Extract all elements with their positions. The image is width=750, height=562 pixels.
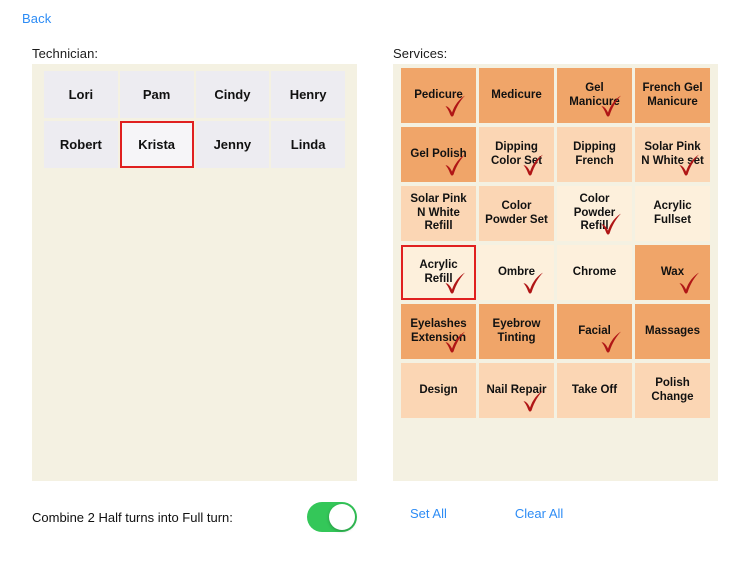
- service-name: Eyebrow Tinting: [492, 317, 541, 344]
- combine-turns-row: Combine 2 Half turns into Full turn:: [32, 502, 357, 532]
- checkmark-icon: [442, 94, 468, 120]
- technician-cell[interactable]: Lori: [44, 71, 118, 118]
- combine-turns-toggle[interactable]: [307, 502, 357, 532]
- service-selection-screen: Back Technician: Services: Lori Pam Cindy H…: [0, 0, 750, 562]
- technician-name: Jenny: [213, 137, 252, 152]
- checkmark-icon: [520, 153, 546, 179]
- service-cell[interactable]: Take Off: [557, 363, 632, 418]
- checkmark-icon: [520, 389, 546, 415]
- technician-grid: Lori Pam Cindy Henry Robert Krista Jenny Linda: [44, 71, 345, 168]
- technician-name: Robert: [59, 137, 102, 152]
- technician-cell[interactable]: Pam: [119, 71, 194, 118]
- service-name: Design: [419, 383, 458, 396]
- services-grid: Pedicure Medicure Gel Manicure French Gel M…: [401, 68, 710, 418]
- service-cell[interactable]: Polish Change: [635, 363, 710, 418]
- service-cell[interactable]: Eyelashes Extension: [401, 304, 476, 359]
- service-name: Gel Polish: [410, 147, 467, 160]
- checkmark-icon: [676, 153, 702, 179]
- service-name: Facial: [578, 324, 611, 337]
- service-name: Nail Repair: [486, 383, 547, 396]
- technician-panel: Lori Pam Cindy Henry Robert Krista Jenny Linda: [32, 64, 357, 481]
- service-name: Acrylic Fullset: [653, 199, 692, 226]
- service-cell[interactable]: Ombre: [479, 245, 554, 300]
- service-cell[interactable]: Wax: [635, 245, 710, 300]
- service-cell[interactable]: Solar Pink N White set: [635, 127, 710, 182]
- technician-name: Krista: [138, 137, 176, 152]
- service-cell[interactable]: Eyebrow Tinting: [479, 304, 554, 359]
- service-name: Medicure: [491, 88, 542, 101]
- service-cell[interactable]: Solar Pink N White Refill: [401, 186, 476, 241]
- service-cell[interactable]: Dipping French: [557, 127, 632, 182]
- service-cell[interactable]: Acrylic Refill: [401, 245, 476, 300]
- service-cell[interactable]: Medicure: [479, 68, 554, 123]
- service-name: Solar Pink N White set: [641, 140, 704, 167]
- technician-cell[interactable]: Robert: [44, 121, 118, 168]
- technician-cell[interactable]: Henry: [271, 71, 345, 118]
- technician-name: Linda: [290, 137, 326, 152]
- service-name: French Gel Manicure: [642, 81, 703, 108]
- technician-cell[interactable]: Cindy: [195, 71, 270, 118]
- service-name: Pedicure: [414, 88, 463, 101]
- service-name: Dipping Color Set: [490, 140, 543, 167]
- service-cell[interactable]: Pedicure: [401, 68, 476, 123]
- services-section-label: Services:: [393, 46, 448, 61]
- service-cell[interactable]: Chrome: [557, 245, 632, 300]
- checkmark-icon: [442, 153, 468, 179]
- service-name: Chrome: [572, 265, 617, 278]
- service-name: Take Off: [571, 383, 618, 396]
- technician-name: Henry: [289, 87, 327, 102]
- checkmark-icon: [598, 330, 624, 356]
- service-cell[interactable]: Gel Manicure: [557, 68, 632, 123]
- service-name: Color Powder Refill: [573, 193, 616, 233]
- technician-cell[interactable]: Krista: [119, 121, 194, 168]
- technician-name: Cindy: [214, 87, 251, 102]
- service-cell[interactable]: Color Powder Set: [479, 186, 554, 241]
- technician-name: Lori: [68, 87, 94, 102]
- service-name: Gel Manicure: [569, 81, 620, 108]
- technician-section-label: Technician:: [32, 46, 99, 61]
- technician-cell[interactable]: Linda: [271, 121, 345, 168]
- checkmark-icon: [442, 330, 468, 356]
- back-button[interactable]: Back: [22, 11, 51, 26]
- service-cell[interactable]: Dipping Color Set: [479, 127, 554, 182]
- service-name: Eyelashes Extension: [410, 317, 467, 344]
- checkmark-icon: [676, 271, 702, 297]
- service-cell[interactable]: Facial: [557, 304, 632, 359]
- service-name: Solar Pink N White Refill: [410, 193, 467, 233]
- toggle-knob: [329, 504, 355, 530]
- technician-name: Pam: [142, 87, 171, 102]
- checkmark-icon: [598, 212, 624, 238]
- service-cell[interactable]: Gel Polish: [401, 127, 476, 182]
- checkmark-icon: [598, 94, 624, 120]
- service-name: Acrylic Refill: [419, 258, 458, 285]
- services-action-row: Set All Clear All: [393, 506, 718, 521]
- service-cell[interactable]: Massages: [635, 304, 710, 359]
- service-name: Dipping French: [573, 140, 616, 167]
- service-cell[interactable]: French Gel Manicure: [635, 68, 710, 123]
- service-name: Color Powder Set: [485, 199, 548, 226]
- technician-cell[interactable]: Jenny: [195, 121, 270, 168]
- service-cell[interactable]: Nail Repair: [479, 363, 554, 418]
- service-cell[interactable]: Color Powder Refill: [557, 186, 632, 241]
- service-name: Polish Change: [651, 376, 694, 403]
- checkmark-icon: [442, 271, 468, 297]
- service-name: Ombre: [497, 265, 536, 278]
- clear-all-button[interactable]: Clear All: [515, 506, 563, 521]
- checkmark-icon: [520, 271, 546, 297]
- combine-turns-label: Combine 2 Half turns into Full turn:: [32, 509, 233, 525]
- service-cell[interactable]: Acrylic Fullset: [635, 186, 710, 241]
- service-name: Massages: [645, 324, 700, 337]
- service-cell[interactable]: Design: [401, 363, 476, 418]
- service-name: Wax: [660, 265, 685, 278]
- set-all-button[interactable]: Set All: [410, 506, 447, 521]
- services-panel: Pedicure Medicure Gel Manicure French Gel M…: [393, 64, 718, 481]
